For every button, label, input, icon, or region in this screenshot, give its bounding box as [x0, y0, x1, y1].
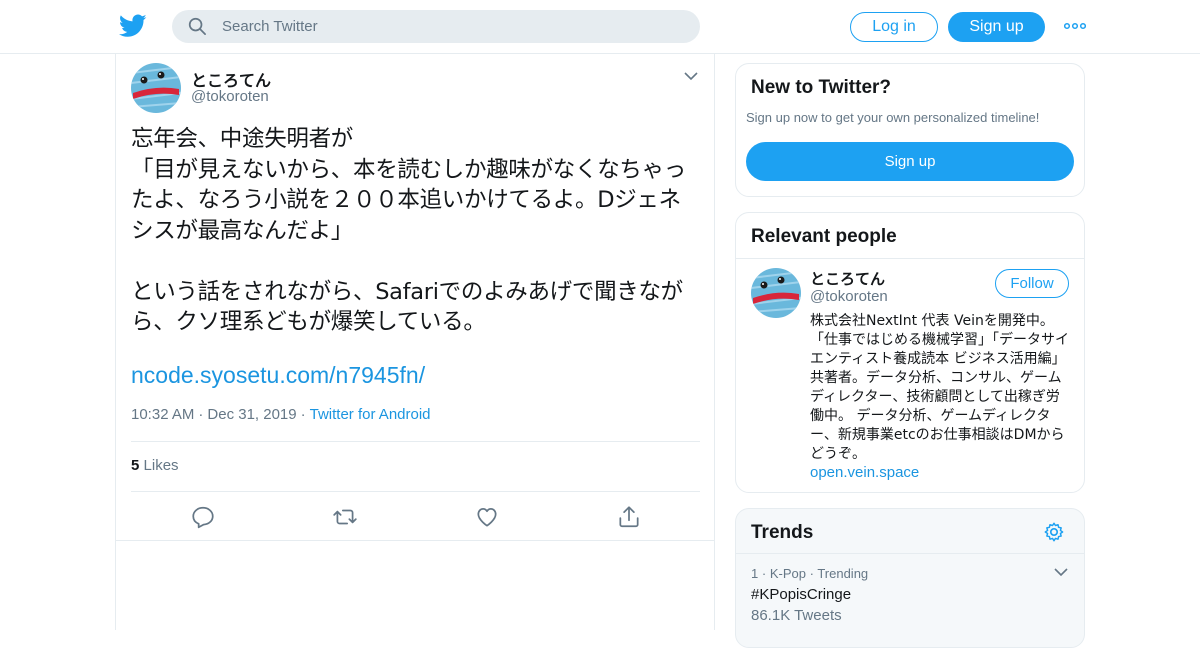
likes-label: Likes	[143, 457, 179, 474]
reply-icon[interactable]	[190, 504, 216, 530]
card-subtitle: Sign up now to get your own personalized…	[746, 110, 1040, 125]
divider	[131, 441, 700, 442]
card-title: Trends	[751, 522, 814, 543]
trends-card: Trends 1 · K-Pop · Trending #KPopisCring…	[735, 508, 1085, 648]
twitter-bird-icon[interactable]	[119, 13, 147, 39]
trend-rank: 1	[751, 566, 759, 581]
search-input[interactable]	[222, 10, 682, 43]
chevron-down-icon[interactable]	[683, 70, 699, 82]
search-box[interactable]	[172, 10, 700, 43]
avatar[interactable]	[751, 268, 801, 318]
separator: ·	[300, 406, 306, 423]
signup-button[interactable]: Sign up	[948, 12, 1045, 42]
trend-status: Trending	[817, 566, 869, 581]
separator: ·	[809, 566, 814, 581]
divider	[736, 553, 1084, 554]
author-handle[interactable]: @tokoroten	[191, 88, 269, 105]
avatar[interactable]	[131, 63, 181, 113]
trend-meta: 1 · K-Pop · Trending	[751, 566, 868, 581]
divider	[131, 491, 700, 492]
likes-count: 5	[131, 457, 140, 474]
person-bio: 株式会社NextInt 代表 Veinを開発中。「仕事ではじめる機械学習」「デー…	[810, 313, 1069, 462]
tweet-text: 忘年会、中途失明者が 「目が見えないから、本を読むしか趣味がなくなちゃったよ、な…	[131, 126, 687, 335]
card-title: New to Twitter?	[751, 77, 892, 98]
tweet-source[interactable]: Twitter for Android	[310, 406, 431, 423]
share-icon[interactable]	[616, 504, 642, 530]
trend-category: K-Pop	[769, 566, 806, 581]
search-icon	[188, 17, 206, 35]
tweet-actions	[116, 502, 714, 532]
more-dots-icon[interactable]	[1064, 18, 1086, 34]
new-to-twitter-card: New to Twitter? Sign up now to get your …	[735, 63, 1085, 197]
divider	[116, 540, 714, 541]
divider	[736, 258, 1084, 259]
trend-name[interactable]: #KPopisCringe	[751, 586, 851, 603]
tweet-date[interactable]: Dec 31, 2019	[207, 406, 296, 423]
tweet-time[interactable]: 10:32 AM	[131, 406, 194, 423]
separator: ·	[761, 566, 767, 581]
top-bar: Log in Sign up	[0, 0, 1200, 54]
person-handle[interactable]: @tokoroten	[810, 288, 888, 305]
likes-stat[interactable]: 5 Likes	[131, 457, 179, 474]
signup-button-large[interactable]: Sign up	[746, 142, 1074, 181]
chevron-down-icon[interactable]	[1054, 567, 1068, 577]
login-button[interactable]: Log in	[850, 12, 938, 42]
tweet-link[interactable]: ncode.syosetu.com/n7945fn/	[131, 362, 425, 389]
person-name[interactable]: ところてん	[810, 268, 885, 289]
separator: ·	[198, 406, 204, 423]
tweet-meta: 10:32 AM · Dec 31, 2019 · Twitter for Androi…	[131, 406, 431, 423]
relevant-people-card: Relevant people ところてん @tokoroten Follow …	[735, 212, 1085, 493]
retweet-icon[interactable]	[332, 504, 358, 530]
follow-button[interactable]: Follow	[995, 269, 1069, 298]
gear-icon[interactable]	[1043, 521, 1065, 543]
tweet-detail: ところてん @tokoroten 忘年会、中途失明者が 「目が見えないから、本を…	[115, 54, 715, 630]
like-icon[interactable]	[474, 504, 500, 530]
trend-count: 86.1K Tweets	[751, 607, 842, 624]
card-title: Relevant people	[751, 226, 897, 247]
person-website-link[interactable]: open.vein.space	[810, 464, 919, 481]
